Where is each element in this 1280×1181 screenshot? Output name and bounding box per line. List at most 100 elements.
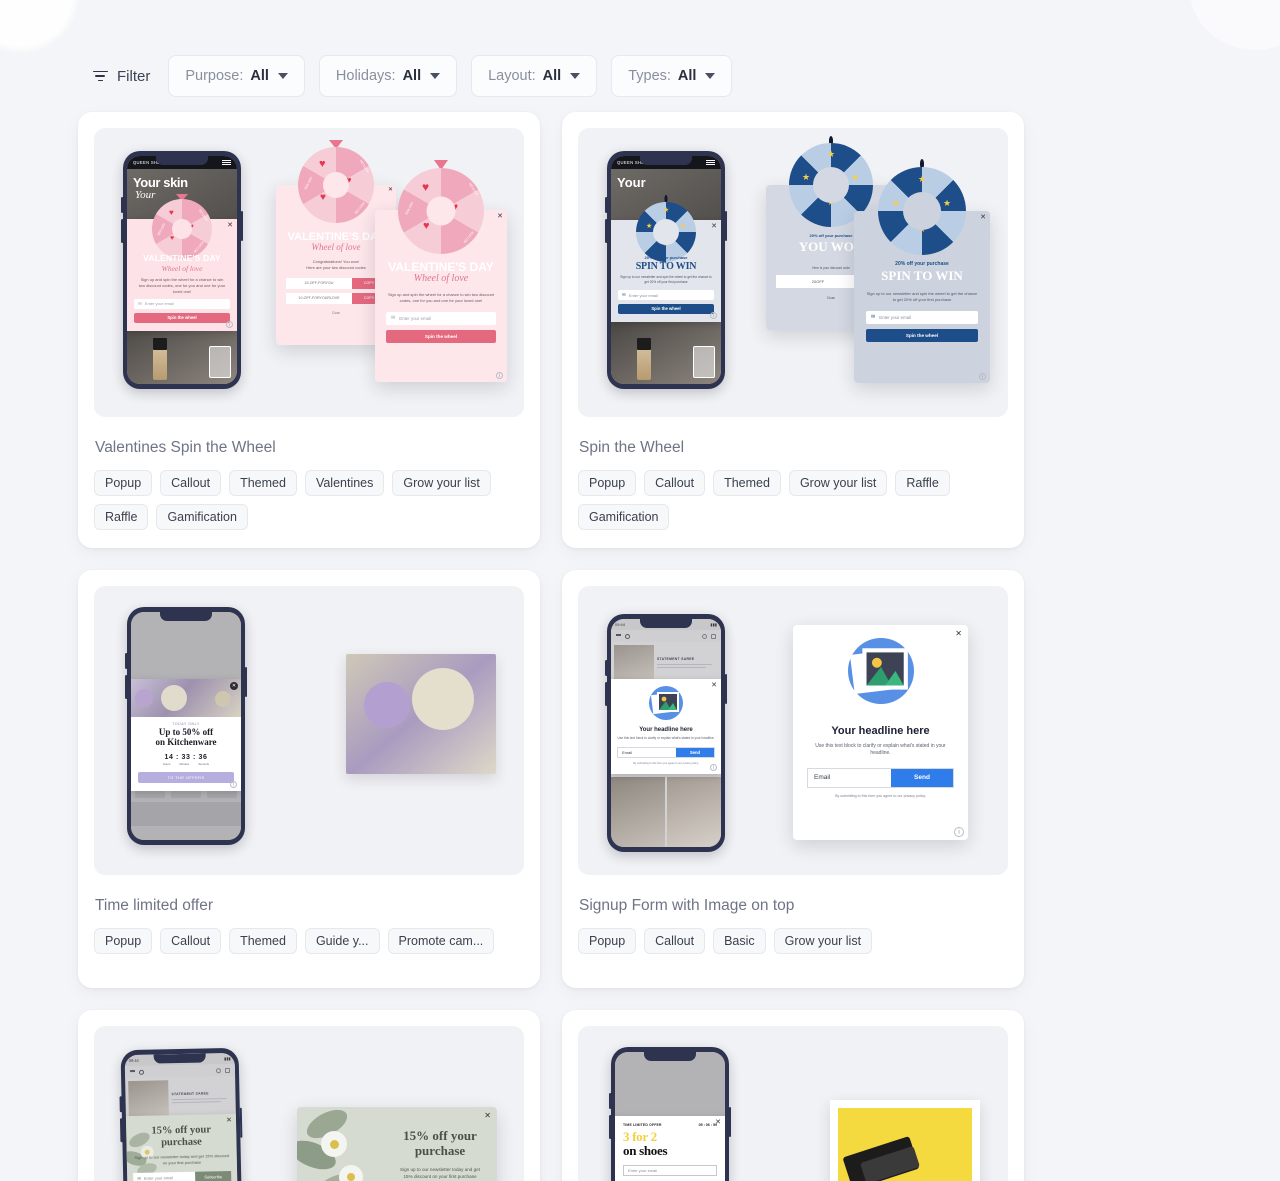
timer-unit: Minutes bbox=[179, 761, 190, 766]
tag[interactable]: Guide y... bbox=[304, 928, 380, 954]
spin-button[interactable]: Spin the wheel bbox=[386, 329, 496, 343]
tag[interactable]: Promote cam... bbox=[387, 928, 495, 954]
send-button[interactable]: Send bbox=[891, 768, 953, 787]
template-card[interactable]: QUEEN SHERA Your ✕ ★ ★ ★ 20% off your pu… bbox=[562, 112, 1024, 548]
close-icon[interactable]: ✕ bbox=[230, 682, 238, 690]
spin-button[interactable]: Spin the wheel bbox=[134, 313, 230, 324]
shop-title: STATEMENT SAREE bbox=[171, 1091, 209, 1097]
spin-wheel: ★ ★ ★ ★ bbox=[636, 202, 696, 262]
template-preview: 🛒 ✕ TIME LIMITED OFFER 05 : 06 : 59 3 fo… bbox=[578, 1026, 1008, 1181]
tag[interactable]: Raffle bbox=[895, 470, 950, 496]
chevron-down-icon bbox=[705, 73, 716, 79]
close-icon[interactable]: ✕ bbox=[497, 213, 503, 220]
hamburger-icon[interactable] bbox=[616, 633, 621, 639]
close-icon[interactable]: ✕ bbox=[980, 214, 986, 221]
popup-heading-line2: on Kitchenware bbox=[155, 736, 217, 747]
background-blob-top-right bbox=[1190, 0, 1280, 50]
tag[interactable]: Popup bbox=[578, 470, 637, 496]
tag[interactable]: Popup bbox=[94, 928, 153, 954]
spin-button[interactable]: Spin the wheel bbox=[618, 304, 714, 315]
bag-icon[interactable] bbox=[224, 1067, 231, 1073]
tag[interactable]: Callout bbox=[644, 470, 706, 496]
popup-body: Use this text block to clarify or explai… bbox=[815, 743, 946, 757]
close-link[interactable]: Close bbox=[286, 311, 386, 316]
phone-notch bbox=[160, 612, 212, 621]
bag-icon[interactable] bbox=[711, 633, 716, 639]
discount-code-1: 15-OFF-FORYOU bbox=[286, 277, 352, 289]
tag[interactable]: Popup bbox=[578, 928, 637, 954]
email-field[interactable]: ✉ Enter your email bbox=[386, 311, 496, 325]
email-field[interactable]: Enter your email bbox=[623, 1165, 717, 1176]
email-field[interactable]: ✉ Enter your email bbox=[133, 1171, 196, 1181]
phone-popup: ✕ 15% off your purchase Sign up to our n… bbox=[125, 1113, 238, 1181]
popup-subheading: Wheel of love bbox=[413, 273, 469, 284]
subscribe-button[interactable]: Subscribe bbox=[195, 1170, 232, 1181]
legal-text: By submitting to this form you agree to … bbox=[835, 793, 926, 798]
purpose-filter-value: All bbox=[250, 68, 269, 84]
phone-notch bbox=[640, 156, 692, 165]
tag[interactable]: Callout bbox=[644, 928, 706, 954]
info-badge: i bbox=[230, 780, 237, 788]
preview-photo bbox=[346, 654, 496, 774]
email-field[interactable]: ✉ Enter your email bbox=[866, 310, 978, 324]
popup-body: Sign up to our newsletter and spin the w… bbox=[620, 274, 712, 284]
hamburger-icon[interactable] bbox=[129, 1069, 135, 1074]
template-preview: QUEEN SHERA Your skin Your ✕ ♥ ♥ 50% OFF… bbox=[94, 128, 524, 417]
phone-popup: ✕ TIME LIMITED OFFER 05 : 06 : 59 3 for … bbox=[615, 1116, 725, 1181]
email-field[interactable]: ✉ Enter your email bbox=[134, 299, 230, 310]
holidays-filter-select[interactable]: Holidays: All bbox=[318, 55, 458, 97]
email-field[interactable]: Email bbox=[618, 748, 676, 757]
wishlist-icon[interactable] bbox=[702, 633, 707, 639]
tag[interactable]: Grow your list bbox=[392, 470, 491, 496]
phone-mockup: 🛒 ✕ TODAY ONLY Up to 50% off on Kitc bbox=[125, 607, 247, 845]
close-icon[interactable]: ✕ bbox=[715, 1119, 721, 1126]
popup-eyebrow: TIME LIMITED OFFER bbox=[623, 1123, 662, 1127]
template-preview: 09:44 ▮▮▮ bbox=[578, 586, 1008, 875]
tag[interactable]: Gamification bbox=[578, 504, 670, 530]
spin-button[interactable]: Spin the wheel bbox=[866, 328, 978, 342]
template-card[interactable]: QUEEN SHERA Your skin Your ✕ ♥ ♥ 50% OFF… bbox=[78, 112, 540, 548]
tag[interactable]: Themed bbox=[229, 470, 297, 496]
wheel-label: NO LUCK bbox=[197, 208, 209, 223]
timer-unit: Hours bbox=[162, 761, 171, 766]
tag[interactable]: Callout bbox=[160, 470, 222, 496]
send-button[interactable]: Send bbox=[676, 747, 714, 757]
wheel-label: 50% OFF bbox=[404, 201, 415, 216]
card-tags: Popup Callout Themed Guide y... Promote … bbox=[94, 928, 524, 954]
tag[interactable]: Grow your list bbox=[788, 470, 888, 496]
tag[interactable]: Valentines bbox=[304, 470, 385, 496]
template-card[interactable]: 🛒 ✕ TODAY ONLY Up to 50% off on Kitc bbox=[78, 570, 540, 988]
search-icon[interactable] bbox=[138, 1069, 145, 1075]
filter-button-label: Filter bbox=[117, 67, 151, 85]
hero-headline: Your skin bbox=[133, 175, 188, 190]
tag[interactable]: Themed bbox=[713, 470, 781, 496]
tag[interactable]: Raffle bbox=[94, 504, 149, 530]
card-title: Time limited offer bbox=[95, 897, 214, 914]
layout-filter-select[interactable]: Layout: All bbox=[471, 55, 598, 97]
desktop-popup-signup: ✕ ♥ ♥ ♥ 50% OFF NO LUCK NO LUCK VALENTIN… bbox=[375, 160, 507, 382]
spin-wheel: ♥ ♥ ♥ 50% OFF NO LUCK NO LUCK bbox=[152, 199, 212, 259]
popup-heading: Your headline here bbox=[639, 727, 693, 733]
offers-button[interactable]: TO THE OFFERS bbox=[138, 771, 234, 783]
tag[interactable]: Popup bbox=[94, 470, 153, 496]
template-card[interactable]: 🛒 ✕ TIME LIMITED OFFER 05 : 06 : 59 3 fo… bbox=[562, 1010, 1024, 1181]
close-icon[interactable]: ✕ bbox=[388, 187, 393, 193]
tag[interactable]: Basic bbox=[713, 928, 766, 954]
filter-button[interactable]: Filter bbox=[88, 62, 154, 91]
phone-mockup: 🛒 ✕ TIME LIMITED OFFER 05 : 06 : 59 3 fo… bbox=[609, 1047, 731, 1181]
tag[interactable]: Grow your list bbox=[773, 928, 873, 954]
tag[interactable]: Callout bbox=[160, 928, 222, 954]
email-field[interactable]: Email bbox=[808, 769, 891, 787]
types-filter-select[interactable]: Types: All bbox=[611, 55, 733, 97]
popup-body: Sign up to our newsletter and spin the w… bbox=[866, 291, 978, 303]
template-card[interactable]: 09:44 ▮▮▮ bbox=[562, 570, 1024, 988]
card-tags: Popup Callout Basic Grow your list bbox=[578, 928, 1008, 954]
email-field[interactable]: ✉ Enter your email bbox=[618, 290, 714, 301]
template-card[interactable]: 09:44 ▮▮▮ bbox=[78, 1010, 540, 1181]
purpose-filter-select[interactable]: Purpose: All bbox=[168, 55, 305, 97]
tag[interactable]: Gamification bbox=[156, 504, 248, 530]
chevron-down-icon bbox=[570, 73, 581, 79]
search-icon[interactable] bbox=[625, 633, 630, 639]
tag[interactable]: Themed bbox=[229, 928, 297, 954]
wishlist-icon[interactable] bbox=[215, 1067, 222, 1073]
